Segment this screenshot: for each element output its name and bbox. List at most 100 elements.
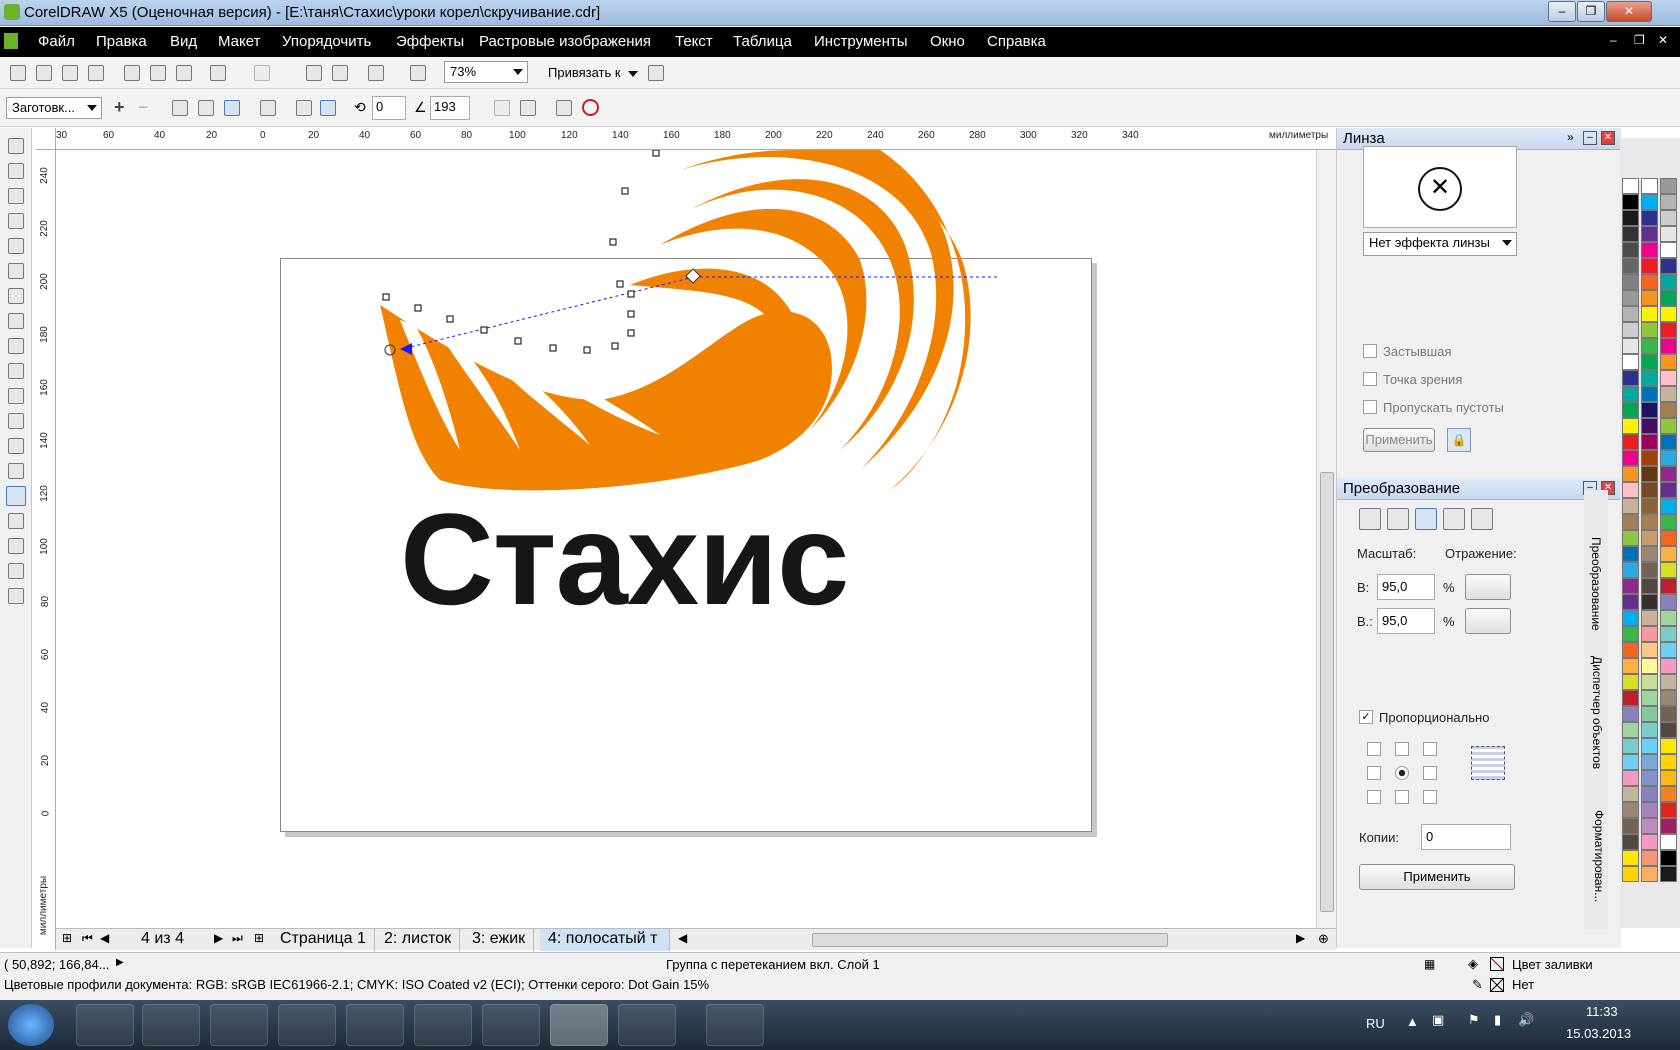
paste-icon[interactable] — [176, 65, 192, 81]
palette-swatch[interactable] — [1622, 274, 1639, 290]
minimize-button[interactable]: – — [1548, 1, 1576, 22]
palette-swatch[interactable] — [1622, 706, 1639, 722]
print-icon[interactable] — [88, 65, 104, 81]
clear-distortion-icon[interactable] — [582, 99, 599, 116]
menu-bitmaps[interactable]: Растровые изображения — [479, 33, 651, 50]
close-button[interactable]: ✕ — [1606, 1, 1652, 22]
scroll-right-icon[interactable]: ▶ — [1296, 931, 1305, 945]
palette-swatch[interactable] — [1660, 594, 1677, 610]
palette-swatch[interactable] — [1622, 498, 1639, 514]
transform-apply-button[interactable]: Применить — [1359, 864, 1515, 890]
ellipse-tool-icon[interactable] — [8, 313, 24, 329]
palette-swatch[interactable] — [1660, 402, 1677, 418]
scroll-left-icon[interactable]: ◀ — [678, 931, 687, 945]
palette-swatch[interactable] — [1641, 418, 1658, 434]
launcher-icon[interactable] — [368, 65, 384, 81]
palette-swatch[interactable] — [1641, 274, 1658, 290]
eyedropper-tool-icon[interactable] — [8, 513, 24, 529]
palette-swatch[interactable] — [1641, 562, 1658, 578]
polygon-tool-icon[interactable] — [8, 338, 24, 354]
tray-volume-icon[interactable]: 🔊 — [1518, 1012, 1534, 1028]
palette-swatch[interactable] — [1660, 338, 1677, 354]
smart-fill-tool-icon[interactable] — [8, 263, 24, 279]
palette-swatch[interactable] — [1641, 322, 1658, 338]
maximize-button[interactable]: ❐ — [1577, 1, 1605, 22]
anchor-tr-checkbox[interactable] — [1423, 742, 1437, 756]
palette-swatch[interactable] — [1660, 802, 1677, 818]
palette-swatch[interactable] — [1641, 642, 1658, 658]
menu-window[interactable]: Окно — [930, 33, 965, 50]
palette-swatch[interactable] — [1660, 530, 1677, 546]
lens-apply-button[interactable]: Применить — [1363, 428, 1435, 452]
palette-swatch[interactable] — [1660, 850, 1677, 866]
fill-tool-icon[interactable] — [8, 563, 24, 579]
palette-swatch[interactable] — [1622, 482, 1639, 498]
chevron-right-icon[interactable]: » — [1567, 130, 1574, 144]
tray-network-icon[interactable]: ▮ — [1494, 1012, 1501, 1028]
palette-swatch[interactable] — [1660, 482, 1677, 498]
palette-swatch[interactable] — [1622, 530, 1639, 546]
palette-swatch[interactable] — [1622, 834, 1639, 850]
snap-to-button[interactable]: Привязать к — [548, 65, 621, 80]
palette-swatch[interactable] — [1641, 354, 1658, 370]
vertical-scrollbar[interactable] — [1316, 150, 1336, 928]
tray-app-icon[interactable]: ▣ — [1432, 1012, 1444, 1028]
clock-date[interactable]: 15.03.2013 — [1566, 1026, 1631, 1041]
menu-tools[interactable]: Инструменты — [814, 33, 908, 50]
table-tool-icon[interactable] — [8, 413, 24, 429]
palette-swatch[interactable] — [1622, 290, 1639, 306]
palette-swatch[interactable] — [1641, 370, 1658, 386]
palette-swatch[interactable] — [1641, 242, 1658, 258]
firefox-taskbar-icon[interactable] — [210, 1004, 268, 1046]
palette-swatch[interactable] — [1641, 194, 1658, 210]
palette-swatch[interactable] — [1641, 466, 1658, 482]
menu-help[interactable]: Справка — [987, 33, 1046, 50]
add-page-after-icon[interactable]: ⊞ — [254, 931, 264, 945]
convert-to-curves-icon[interactable] — [556, 100, 572, 116]
add-page-icon[interactable]: ⊞ — [62, 931, 72, 945]
palette-swatch[interactable] — [1641, 610, 1658, 626]
counterclockwise-icon[interactable] — [296, 100, 312, 116]
palette-swatch[interactable] — [1641, 514, 1658, 530]
import-icon[interactable] — [306, 65, 322, 81]
palette-swatch[interactable] — [1641, 210, 1658, 226]
menu-arrange[interactable]: Упорядочить — [282, 33, 371, 50]
palette-swatch[interactable] — [1641, 226, 1658, 242]
palette-swatch[interactable] — [1622, 466, 1639, 482]
palette-swatch[interactable] — [1641, 482, 1658, 498]
palette-swatch[interactable] — [1622, 658, 1639, 674]
palette-swatch[interactable] — [1622, 226, 1639, 242]
copy-distortion-icon[interactable] — [494, 100, 510, 116]
palette-swatch[interactable] — [1622, 194, 1639, 210]
clock-time[interactable]: 11:33 — [1586, 1004, 1618, 1019]
palette-swatch[interactable] — [1641, 498, 1658, 514]
palette-swatch[interactable] — [1622, 258, 1639, 274]
chevron-down-icon[interactable] — [628, 71, 638, 77]
palette-swatch[interactable] — [1660, 226, 1677, 242]
rectangle-tool-icon[interactable] — [8, 288, 24, 304]
palette-swatch[interactable] — [1641, 706, 1658, 722]
palette-swatch[interactable] — [1641, 754, 1658, 770]
anchor-tl-checkbox[interactable] — [1367, 742, 1381, 756]
palette-swatch[interactable] — [1641, 738, 1658, 754]
palette-swatch[interactable] — [1622, 690, 1639, 706]
new-icon[interactable] — [10, 65, 26, 81]
cut-icon[interactable] — [124, 65, 140, 81]
palette-swatch[interactable] — [1660, 194, 1677, 210]
menu-table[interactable]: Таблица — [733, 33, 792, 50]
palette-swatch[interactable] — [1660, 770, 1677, 786]
first-page-icon[interactable]: ⏮ — [82, 931, 93, 946]
palette-swatch[interactable] — [1622, 770, 1639, 786]
palette-swatch[interactable] — [1641, 626, 1658, 642]
palette-swatch[interactable] — [1660, 466, 1677, 482]
palette-swatch[interactable] — [1660, 738, 1677, 754]
palette-swatch[interactable] — [1641, 722, 1658, 738]
basic-shapes-tool-icon[interactable] — [8, 363, 24, 379]
palette-swatch[interactable] — [1622, 178, 1639, 194]
palette-swatch[interactable] — [1641, 866, 1658, 882]
palette-swatch[interactable] — [1660, 562, 1677, 578]
crop-tool-icon[interactable] — [8, 188, 24, 204]
palette-swatch[interactable] — [1622, 850, 1639, 866]
anchor-bl-checkbox[interactable] — [1367, 790, 1381, 804]
welcome-icon[interactable] — [410, 65, 426, 81]
